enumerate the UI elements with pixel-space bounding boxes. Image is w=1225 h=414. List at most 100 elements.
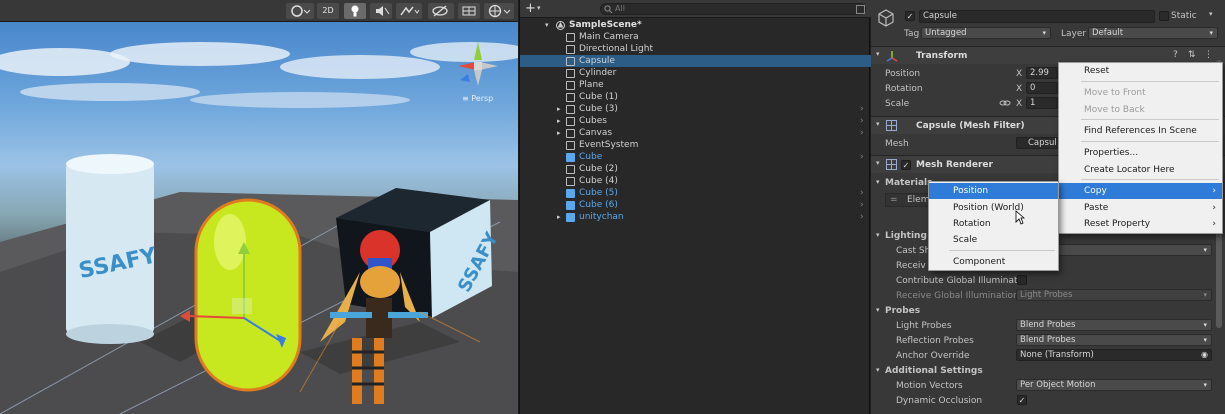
dynamic-occlusion-checkbox[interactable]: ✓ bbox=[1017, 395, 1027, 405]
hidden-objects-button[interactable] bbox=[428, 3, 454, 19]
hierarchy-search-input[interactable]: All bbox=[600, 3, 866, 15]
chevron-right-icon[interactable]: › bbox=[860, 187, 864, 199]
foldout-arrow-icon[interactable]: ▾ bbox=[876, 178, 880, 186]
lighting-label[interactable]: Lighting bbox=[885, 231, 927, 241]
lighting-toggle-button[interactable] bbox=[344, 3, 366, 19]
foldout-arrow-icon[interactable]: ▾ bbox=[876, 159, 880, 167]
more-options-icon[interactable]: ⋮ bbox=[1204, 50, 1213, 60]
hierarchy-row[interactable]: Cube (4) bbox=[520, 175, 871, 187]
chevron-down-icon[interactable]: ▾ bbox=[537, 4, 541, 12]
probes-label[interactable]: Probes bbox=[885, 306, 920, 316]
hierarchy-row[interactable]: ▸ unitychan › bbox=[520, 211, 871, 223]
scene-root-row[interactable]: ▾ SampleScene* bbox=[520, 19, 871, 31]
rotation-x-label[interactable]: X bbox=[1016, 84, 1022, 94]
link-scale-icon[interactable] bbox=[999, 98, 1011, 108]
copy-submenu-item[interactable]: Position (World) bbox=[929, 200, 1058, 216]
audio-toggle-button[interactable] bbox=[370, 3, 392, 19]
active-checkbox[interactable]: ✓ bbox=[905, 11, 915, 21]
chevron-right-icon[interactable]: › bbox=[860, 115, 864, 127]
motion-vectors-label: Motion Vectors bbox=[896, 381, 963, 391]
expand-arrow-icon[interactable]: ▸ bbox=[557, 127, 561, 139]
hierarchy-row[interactable]: Capsule bbox=[520, 55, 871, 67]
mesh-field[interactable]: Capsul bbox=[1016, 137, 1060, 149]
position-x-label[interactable]: X bbox=[1016, 69, 1022, 79]
chevron-right-icon[interactable]: › bbox=[860, 199, 864, 211]
copy-submenu-item[interactable]: Rotation bbox=[929, 216, 1058, 232]
object-picker-icon[interactable]: ◉ bbox=[1201, 350, 1208, 360]
hierarchy-toolbar: + ▾ All bbox=[520, 0, 871, 18]
foldout-arrow-icon[interactable]: ▾ bbox=[876, 306, 880, 314]
materials-label[interactable]: Materials bbox=[885, 178, 932, 188]
context-menu-item[interactable]: Find References In Scene bbox=[1059, 123, 1222, 139]
light-probes-dropdown[interactable]: Blend Probes ▾ bbox=[1016, 319, 1212, 331]
hierarchy-row[interactable]: Main Camera bbox=[520, 31, 871, 43]
mouse-cursor-icon bbox=[1015, 210, 1025, 225]
hierarchy-row[interactable]: ▸ Canvas › bbox=[520, 127, 871, 139]
object-name-field[interactable]: Capsule bbox=[919, 10, 1155, 23]
scene-orientation-gizmo-icon[interactable] bbox=[448, 38, 508, 92]
hierarchy-row[interactable]: Cylinder bbox=[520, 67, 871, 79]
scale-x-label[interactable]: X bbox=[1016, 99, 1022, 109]
context-menu-item[interactable]: Create Locator Here bbox=[1059, 162, 1222, 178]
tag-dropdown[interactable]: Untagged ▾ bbox=[921, 27, 1051, 39]
hierarchy-row[interactable]: Cube (5) › bbox=[520, 187, 871, 199]
menu-separator bbox=[1081, 119, 1219, 120]
hierarchy-row[interactable]: Plane bbox=[520, 79, 871, 91]
context-menu-item[interactable]: Copy › bbox=[1059, 183, 1222, 199]
rotation-label: Rotation bbox=[885, 84, 923, 94]
static-dropdown-icon[interactable]: ▾ bbox=[1209, 10, 1213, 18]
effects-button[interactable] bbox=[396, 3, 422, 19]
expand-arrow-icon[interactable]: ▸ bbox=[557, 115, 561, 127]
hierarchy-row[interactable]: Cube › bbox=[520, 151, 871, 163]
additional-settings-label[interactable]: Additional Settings bbox=[885, 366, 983, 376]
foldout-arrow-icon[interactable]: ▾ bbox=[876, 231, 880, 239]
reflection-probes-dropdown[interactable]: Blend Probes ▾ bbox=[1016, 334, 1212, 346]
gameobject-cube-icon bbox=[566, 105, 575, 114]
chevron-right-icon[interactable]: › bbox=[860, 103, 864, 115]
hierarchy-row[interactable]: Cube (1) bbox=[520, 91, 871, 103]
preset-icon[interactable]: ⇅ bbox=[1188, 50, 1196, 60]
context-menu-item[interactable]: Reset Property › bbox=[1059, 216, 1222, 232]
scene-view[interactable]: SSAFY SSAFY ≡ Persp 2D bbox=[0, 0, 518, 414]
expand-arrow-icon[interactable]: ▾ bbox=[545, 19, 549, 31]
grid-toggle-button[interactable] bbox=[458, 3, 480, 19]
hierarchy-row[interactable]: EventSystem bbox=[520, 139, 871, 151]
chevron-right-icon[interactable]: › bbox=[860, 211, 864, 223]
hierarchy-row[interactable]: Directional Light bbox=[520, 43, 871, 55]
context-menu-item[interactable]: Properties... bbox=[1059, 145, 1222, 161]
drag-handle-icon[interactable]: = bbox=[890, 195, 898, 205]
hierarchy-row[interactable]: Cube (2) bbox=[520, 163, 871, 175]
filter-icon[interactable] bbox=[856, 5, 865, 14]
mesh-renderer-enabled-checkbox[interactable]: ✓ bbox=[901, 160, 911, 170]
hierarchy-item-label: Capsule bbox=[579, 56, 615, 66]
foldout-arrow-icon[interactable]: ▾ bbox=[876, 366, 880, 374]
2d-toggle-button[interactable]: 2D bbox=[317, 3, 339, 19]
rotation-x-field[interactable]: 0 bbox=[1026, 82, 1058, 94]
expand-arrow-icon[interactable]: ▸ bbox=[557, 211, 561, 223]
anchor-override-field[interactable]: None (Transform) ◉ bbox=[1016, 349, 1212, 361]
copy-submenu-item[interactable]: Component bbox=[929, 254, 1058, 270]
position-x-field[interactable]: 2.99 bbox=[1026, 67, 1058, 79]
help-icon[interactable]: ? bbox=[1173, 50, 1178, 60]
layer-dropdown[interactable]: Default ▾ bbox=[1088, 27, 1218, 39]
contribute-gi-checkbox[interactable] bbox=[1017, 275, 1027, 285]
copy-submenu-item[interactable]: Scale bbox=[929, 232, 1058, 248]
scale-x-field[interactable]: 1 bbox=[1026, 97, 1058, 109]
foldout-arrow-icon[interactable]: ▾ bbox=[876, 50, 880, 58]
projection-label[interactable]: ≡ Persp bbox=[462, 94, 493, 103]
foldout-arrow-icon[interactable]: ▾ bbox=[876, 120, 880, 128]
hierarchy-row[interactable]: ▸ Cube (3) › bbox=[520, 103, 871, 115]
chevron-right-icon[interactable]: › bbox=[860, 127, 864, 139]
chevron-right-icon[interactable]: › bbox=[860, 151, 864, 163]
motion-vectors-dropdown[interactable]: Per Object Motion ▾ bbox=[1016, 379, 1212, 391]
gizmos-button[interactable] bbox=[484, 3, 514, 19]
hierarchy-row[interactable]: ▸ Cubes › bbox=[520, 115, 871, 127]
static-checkbox[interactable] bbox=[1159, 11, 1169, 21]
copy-submenu-item[interactable]: Position bbox=[929, 183, 1058, 199]
expand-arrow-icon[interactable]: ▸ bbox=[557, 103, 561, 115]
context-menu-item[interactable]: Paste › bbox=[1059, 200, 1222, 216]
context-menu-item[interactable]: Reset bbox=[1059, 63, 1222, 79]
shading-mode-button[interactable] bbox=[286, 3, 314, 19]
add-object-button[interactable]: + bbox=[525, 1, 536, 16]
hierarchy-row[interactable]: Cube (6) › bbox=[520, 199, 871, 211]
